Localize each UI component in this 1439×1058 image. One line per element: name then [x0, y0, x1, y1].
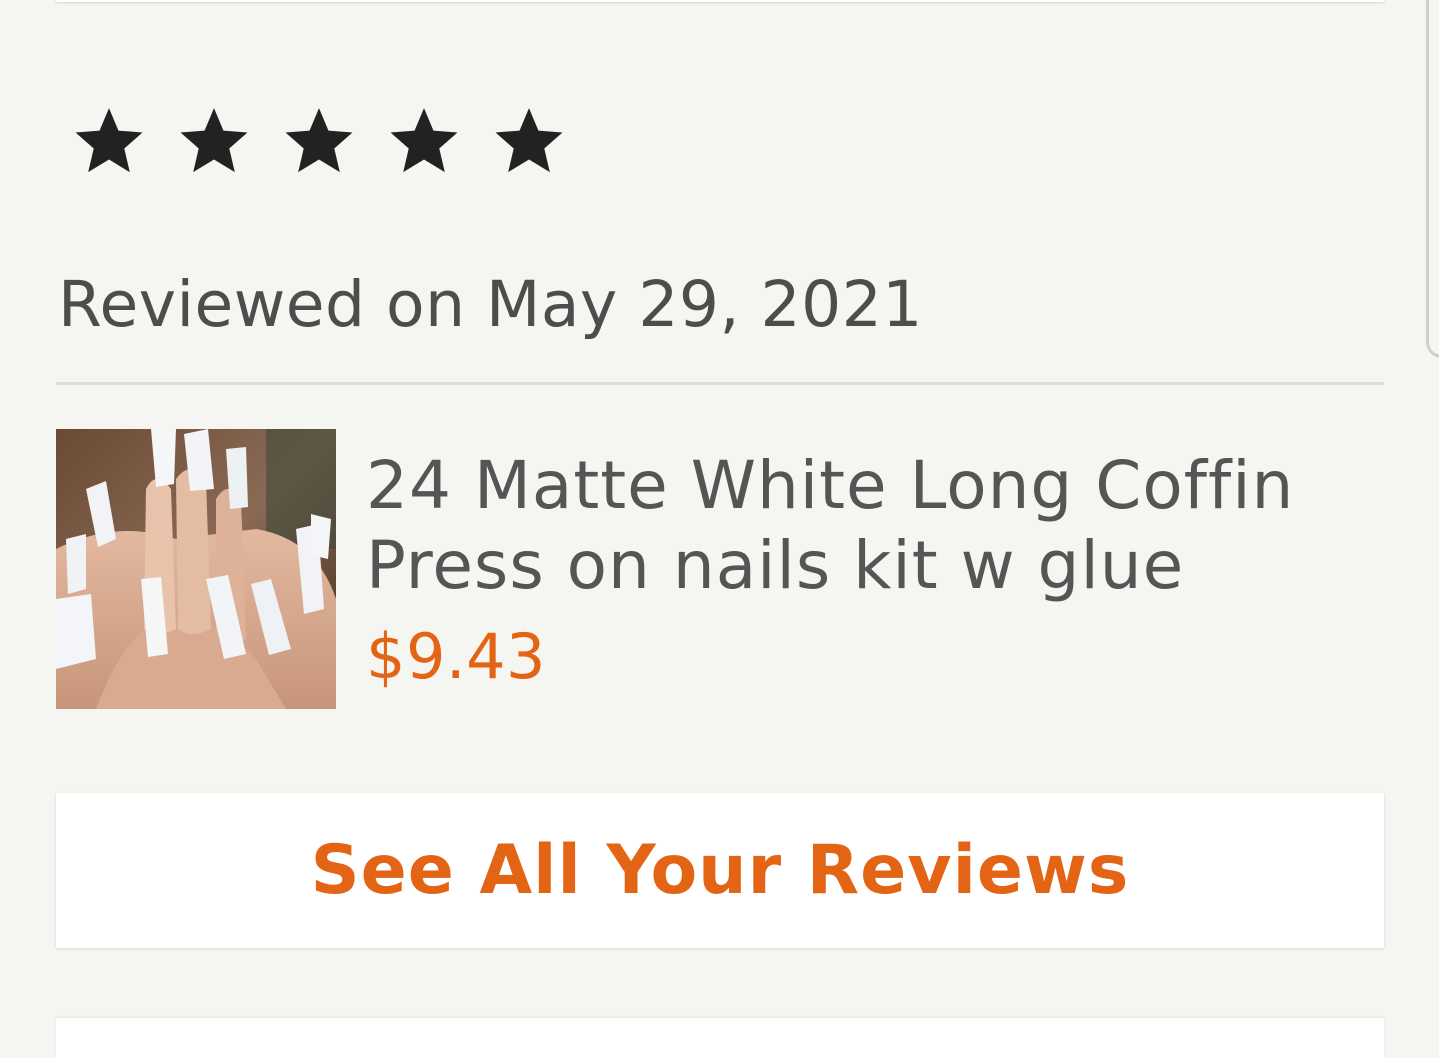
star-icon: [280, 100, 385, 180]
screen-edge-curve: [1426, 0, 1439, 358]
star-icon: [70, 100, 175, 180]
product-price: $9.43: [366, 620, 546, 693]
star-rating: [70, 100, 595, 180]
star-icon: [175, 100, 280, 180]
see-all-reviews-label: See All Your Reviews: [310, 831, 1130, 910]
star-icon: [385, 100, 490, 180]
review-date: Reviewed on May 29, 2021: [58, 268, 923, 341]
previous-card: [56, 0, 1384, 2]
product-title[interactable]: 24 Matte White Long Coffin Press on nail…: [366, 446, 1376, 606]
see-all-reviews-button[interactable]: See All Your Reviews: [56, 793, 1384, 948]
next-card: [56, 1018, 1384, 1058]
divider: [56, 382, 1384, 385]
product-thumbnail[interactable]: [56, 429, 336, 709]
star-icon: [490, 100, 595, 180]
